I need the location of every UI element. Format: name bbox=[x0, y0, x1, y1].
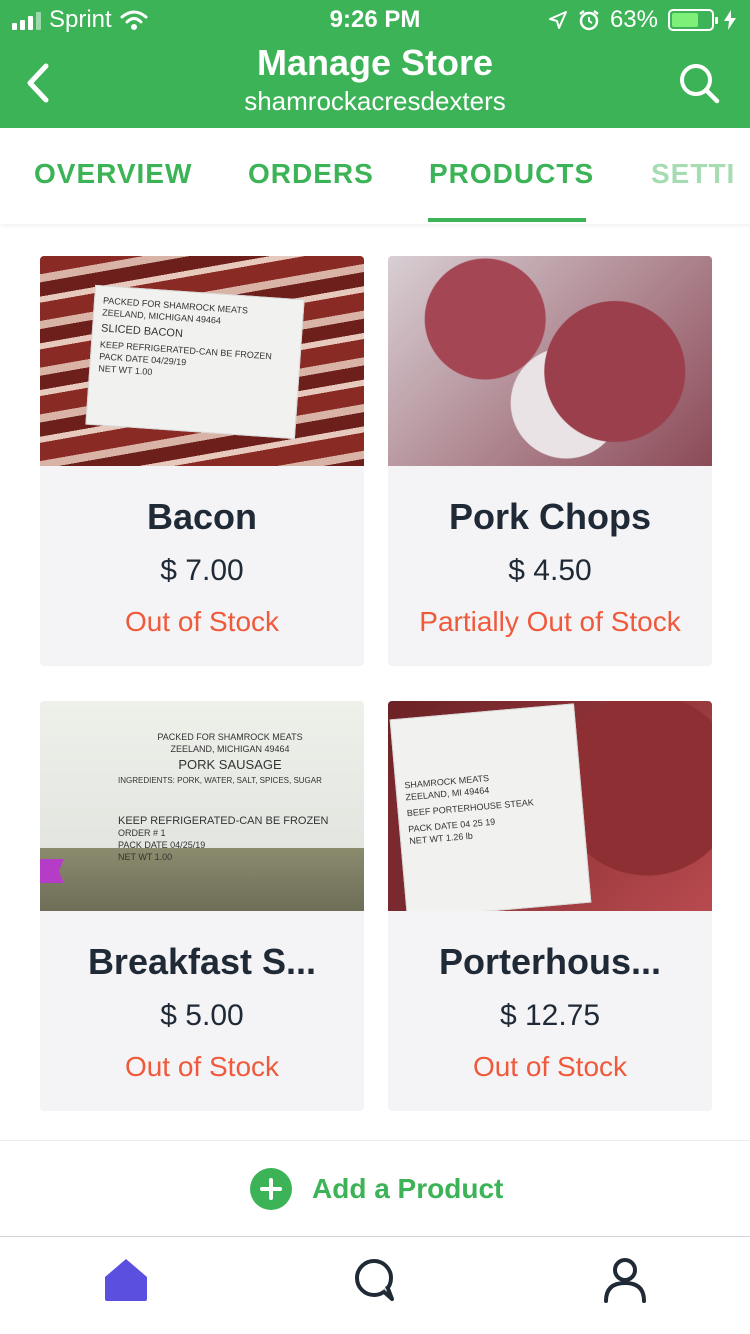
label-line: ZEELAND, MICHIGAN 49464 bbox=[170, 744, 290, 754]
user-icon bbox=[604, 1258, 646, 1303]
product-name: Breakfast S... bbox=[87, 941, 317, 982]
stock-status: Out of Stock bbox=[124, 606, 280, 637]
search-icon bbox=[680, 64, 720, 104]
product-card-porterhouse[interactable]: SHAMROCK MEATS ZEELAND, MI 49464 BEEF PO… bbox=[388, 701, 712, 1111]
battery-icon bbox=[668, 9, 718, 31]
product-photo bbox=[388, 256, 712, 466]
status-bar: Sprint 9:26 PM 63% bbox=[0, 0, 750, 40]
stock-status: Out of Stock bbox=[124, 1051, 280, 1082]
product-photo: SHAMROCK MEATS ZEELAND, MI 49464 BEEF PO… bbox=[388, 701, 712, 911]
stock-status: Partially Out of Stock bbox=[419, 606, 681, 637]
tab-products[interactable]: PRODUCTS bbox=[429, 158, 594, 190]
search-button[interactable] bbox=[678, 62, 720, 104]
app-header: Sprint 9:26 PM 63% Manage Store shamrock… bbox=[0, 0, 750, 128]
product-price: $ 5.00 bbox=[160, 999, 244, 1032]
add-product-bar: Add a Product bbox=[0, 1140, 750, 1236]
flag-marker bbox=[40, 859, 64, 883]
package-label: SHAMROCK MEATS ZEELAND, MI 49464 BEEF PO… bbox=[389, 703, 592, 911]
alarm-icon bbox=[579, 10, 599, 31]
product-photo: PACKED FOR SHAMROCK MEATS ZEELAND, MICHI… bbox=[40, 256, 364, 466]
product-price: $ 12.75 bbox=[499, 999, 601, 1032]
stock-status: Out of Stock bbox=[472, 1051, 628, 1082]
product-name: Porterhous... bbox=[438, 941, 662, 982]
chat-icon bbox=[355, 1259, 394, 1301]
page-title: Manage Store bbox=[256, 42, 494, 83]
location-icon bbox=[548, 11, 567, 29]
tab-orders[interactable]: ORDERS bbox=[248, 158, 374, 190]
package-label: PACKED FOR SHAMROCK MEATS ZEELAND, MICHI… bbox=[110, 723, 350, 903]
label-line: KEEP REFRIGERATED-CAN BE FROZEN bbox=[118, 815, 329, 827]
product-price: $ 7.00 bbox=[160, 554, 244, 587]
tab-overview[interactable]: OVERVIEW bbox=[34, 158, 192, 190]
messages-tab[interactable] bbox=[350, 1255, 400, 1305]
product-card-breakfast-sausage[interactable]: PACKED FOR SHAMROCK MEATS ZEELAND, MICHI… bbox=[40, 701, 364, 1111]
battery-percent: 63% bbox=[609, 6, 658, 33]
product-card-pork-chops[interactable]: Pork Chops $ 4.50 Partially Out of Stock bbox=[388, 256, 712, 666]
product-price: $ 4.50 bbox=[508, 554, 592, 587]
label-line: INGREDIENTS: PORK, WATER, SALT, SPICES, … bbox=[118, 776, 322, 785]
home-icon bbox=[105, 1259, 147, 1301]
active-tab-indicator bbox=[428, 218, 586, 222]
home-tab[interactable] bbox=[101, 1255, 151, 1305]
profile-tab[interactable] bbox=[600, 1255, 650, 1305]
store-name: shamrockacresdexters bbox=[244, 86, 506, 116]
label-line: PACKED FOR SHAMROCK MEATS bbox=[157, 732, 303, 742]
product-name: Pork Chops bbox=[448, 496, 652, 537]
product-photo: PACKED FOR SHAMROCK MEATS ZEELAND, MICHI… bbox=[40, 701, 364, 911]
product-card-bacon[interactable]: PACKED FOR SHAMROCK MEATS ZEELAND, MICHI… bbox=[40, 256, 364, 666]
plus-circle-icon bbox=[250, 1168, 292, 1210]
add-product-button[interactable]: Add a Product bbox=[250, 1167, 503, 1211]
bottom-tab-bar bbox=[0, 1236, 750, 1334]
product-name: Bacon bbox=[146, 496, 258, 537]
package-label: PACKED FOR SHAMROCK MEATS ZEELAND, MICHI… bbox=[85, 284, 305, 440]
label-line: PACK DATE 04/25/19 bbox=[118, 840, 206, 850]
label-line: PORK SAUSAGE bbox=[178, 757, 282, 772]
label-line: ORDER # 1 bbox=[118, 828, 166, 838]
charging-icon bbox=[724, 10, 736, 30]
section-tabs: OVERVIEW ORDERS PRODUCTS SETTI bbox=[0, 128, 750, 224]
label-line: NET WT 1.00 bbox=[118, 852, 173, 862]
tab-settings[interactable]: SETTI bbox=[651, 158, 735, 190]
add-product-label: Add a Product bbox=[312, 1173, 504, 1204]
